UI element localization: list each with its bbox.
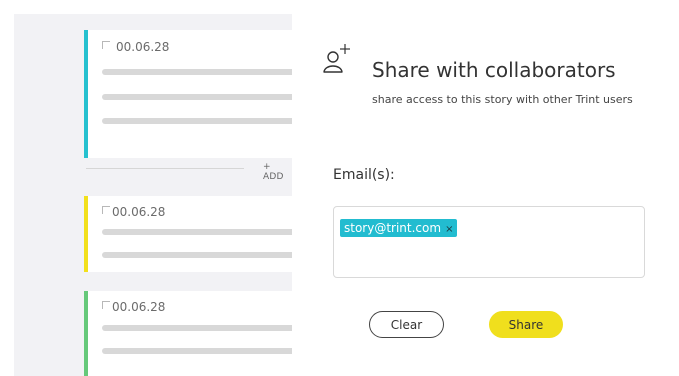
email-tag-text: story@trint.com — [344, 221, 442, 235]
transcript-card[interactable]: 00.06.28 — [84, 196, 292, 272]
text-placeholder-line — [102, 325, 292, 331]
text-placeholder-line — [102, 69, 292, 75]
remove-email-icon[interactable]: × — [445, 224, 453, 235]
text-placeholder-line — [102, 229, 292, 235]
bracket-icon — [102, 41, 110, 49]
section-divider — [86, 168, 244, 169]
clear-button[interactable]: Clear — [369, 311, 444, 338]
modal-subtitle: share access to this story with other Tr… — [372, 93, 633, 106]
add-section-link[interactable]: + ADD — [263, 162, 292, 182]
bracket-icon — [102, 206, 110, 214]
speaker-color-bar — [84, 196, 88, 272]
email-label: Email(s): — [333, 167, 395, 183]
text-placeholder-line — [102, 118, 292, 124]
timestamp-text: 00.06.28 — [116, 40, 170, 54]
email-tag: story@trint.com × — [340, 219, 458, 237]
timestamp[interactable]: 00.06.28 — [102, 300, 165, 314]
text-placeholder-line — [102, 252, 292, 258]
timestamp-text: 00.06.28 — [112, 300, 166, 314]
share-button[interactable]: Share — [489, 311, 563, 338]
timestamp[interactable]: 00.06.28 — [102, 40, 169, 54]
email-input[interactable]: story@trint.com × — [333, 206, 645, 278]
text-placeholder-line — [102, 348, 292, 354]
transcript-card[interactable]: 00.06.28 — [84, 291, 292, 376]
timestamp-text: 00.06.28 — [112, 205, 166, 219]
text-placeholder-line — [102, 94, 292, 100]
speaker-color-bar — [84, 291, 88, 376]
bracket-icon — [102, 301, 110, 309]
user-plus-icon — [323, 44, 350, 73]
transcript-card[interactable]: 00.06.28 — [84, 30, 292, 158]
speaker-color-bar — [84, 30, 88, 158]
transcript-panel: 00.06.28 + ADD 00.06.28 00.06.28 — [14, 14, 292, 376]
modal-title: Share with collaborators — [372, 58, 616, 82]
share-modal: Share with collaborators share access to… — [292, 0, 679, 376]
timestamp[interactable]: 00.06.28 — [102, 205, 165, 219]
